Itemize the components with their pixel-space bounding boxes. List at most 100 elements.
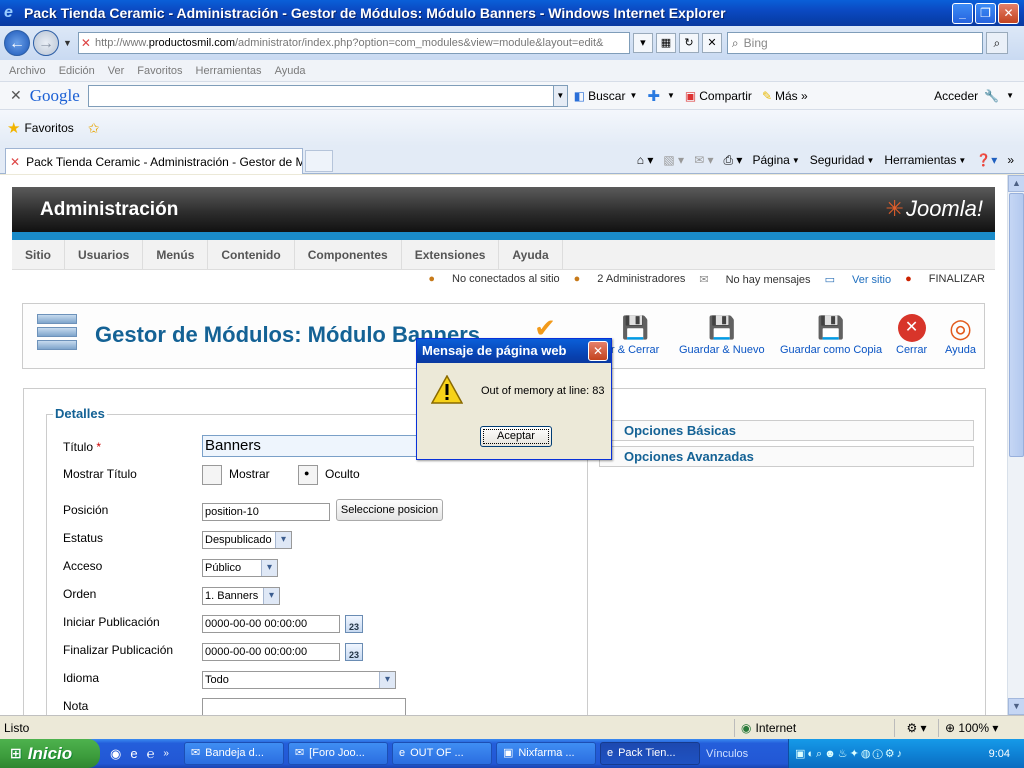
start-button[interactable]: ⊞ Inicio [0,739,100,768]
tray-icons[interactable]: ▣◐⌕☻♨✦◍ⓘ⚙♪ [789,747,989,761]
scroll-down-icon[interactable]: ▼ [1008,698,1024,715]
chevron-more-icon[interactable]: » [1007,153,1014,167]
tools-menu[interactable]: Herramientas [884,153,956,167]
calendar-icon[interactable]: 23 [345,643,363,661]
access-select[interactable]: Público [202,559,278,577]
task-button-forum[interactable]: ✉ [Foro Joo... [287,742,388,765]
protected-mode-icon[interactable]: ⚙ ▾ [894,718,938,737]
share-button[interactable]: ▣ Compartir [685,89,752,103]
search-button[interactable]: ⌕ [985,32,1008,54]
select-position-button[interactable]: Seleccione posicion [336,499,443,521]
language-label: Idioma [63,671,100,685]
note-input[interactable] [202,698,406,715]
ie-alt-icon[interactable]: ℮ [147,746,155,761]
close-window-button[interactable]: ✕ [998,2,1019,24]
new-tab-button[interactable] [305,150,333,172]
menu-menus[interactable]: Menús [143,239,209,270]
menu-favoritos[interactable]: Favoritos [137,65,182,77]
lifebuoy-icon: ◎ [949,313,972,343]
hide-title-radio[interactable] [298,465,318,485]
finish-publish-input[interactable]: 0000-00-00 00:00:00 [202,643,340,661]
compat-view-icon[interactable]: ▦ [655,33,676,53]
favorites-button[interactable]: Favoritos [24,121,73,135]
address-bar[interactable]: ✕ http://www. productosmil.com/administra… [77,32,630,54]
show-title-radio[interactable] [202,465,222,485]
security-zone: ◉ Internet [734,718,894,737]
task-button-out-of-memory[interactable]: e OUT OF ... [391,742,492,765]
history-dropdown-icon[interactable]: ▼ [63,38,72,48]
google-search-dropdown-icon[interactable]: ▼ [553,84,568,107]
chrome-icon[interactable]: ◉ [110,746,121,762]
status-select[interactable]: Despublicado [202,531,292,549]
ok-button[interactable]: Aceptar [480,426,552,447]
save-icon: 💾 [621,315,649,340]
scroll-thumb[interactable] [1009,193,1024,457]
security-menu[interactable]: Seguridad [810,153,865,167]
help-icon[interactable]: ❓▾ [976,153,997,167]
feeds-icon[interactable]: ▧ ▾ [663,153,684,167]
help-button[interactable]: ◎ Ayuda [945,314,976,356]
task-button-nixfarma[interactable]: ▣ Nixfarma ... [495,742,596,765]
search-input[interactable]: ⌕ Bing [726,32,983,54]
menu-contenido[interactable]: Contenido [208,239,295,270]
clock[interactable]: 9:04 [989,748,1010,760]
ie-quicklaunch-icon[interactable]: e [130,746,137,761]
menu-ayuda[interactable]: Ayuda [275,65,306,77]
signin-button[interactable]: Acceder 🔧 ▼ [934,89,1014,103]
start-publish-input[interactable]: 0000-00-00 00:00:00 [202,615,340,633]
menu-ayuda-joomla[interactable]: Ayuda [499,239,563,270]
print-icon[interactable]: ⎙ ▾ [723,153,742,168]
refresh-icon[interactable]: ↻ [678,33,699,53]
restore-button[interactable]: ❐ [975,2,996,24]
close-toolbar-icon[interactable]: ✕ [10,87,22,104]
menu-edicion[interactable]: Edición [59,65,95,77]
back-button[interactable]: ← [4,30,30,56]
home-icon[interactable]: ⌂ ▾ [637,153,654,167]
advanced-options-panel[interactable]: Opciones Avanzadas [599,446,974,467]
add-favorite-icon[interactable]: ✩ [88,120,100,137]
save-new-button[interactable]: 💾 Guardar & Nuevo [679,314,765,356]
save-close-button[interactable]: 💾 r & Cerrar [611,314,659,356]
menu-extensiones[interactable]: Extensiones [402,239,500,270]
google-search-button[interactable]: ◧ Buscar ▼ [574,89,638,103]
access-label: Acceso [63,559,103,573]
menu-componentes[interactable]: Componentes [295,239,402,270]
google-search-input[interactable] [87,84,554,107]
more-button[interactable]: ✎ Más » [762,89,808,103]
quicklaunch-chevron-icon[interactable]: » [163,748,169,759]
tab-active[interactable]: ✕ Pack Tienda Ceramic - Administración -… [5,148,303,174]
messages-status[interactable]: ✉ No hay mensajes [699,273,810,286]
mail-icon[interactable]: ✉ ▾ [694,153,713,167]
users-online: ● No conectados al sitio [428,273,560,285]
vertical-scrollbar[interactable]: ▲ ▼ [1007,175,1024,715]
language-select[interactable]: Todo [202,671,396,689]
menu-archivo[interactable]: Archivo [9,65,46,77]
task-button-pack-tienda[interactable]: e Pack Tien... [599,742,700,765]
basic-options-panel[interactable]: Opciones Básicas [599,420,974,441]
close-button[interactable]: ✕ Cerrar [896,314,927,356]
menu-ver[interactable]: Ver [108,65,125,77]
forward-button[interactable]: → [33,30,59,56]
address-dropdown-icon[interactable]: ▾ [632,33,653,53]
google-plus-button[interactable]: ✚ ▼ [647,87,675,105]
show-option-label: Mostrar [229,467,270,481]
view-site-link[interactable]: ▭ Ver sitio [825,273,892,286]
calendar-icon[interactable]: 23 [345,615,363,633]
task-button-inbox[interactable]: ✉ Bandeja d... [183,742,284,765]
zoom-control[interactable]: ⊕ 100% ▾ [938,718,1024,737]
scroll-up-icon[interactable]: ▲ [1008,175,1024,192]
menu-sitio[interactable]: Sitio [12,239,65,270]
minimize-button[interactable]: _ [952,2,973,24]
menu-herramientas[interactable]: Herramientas [196,65,262,77]
menu-usuarios[interactable]: Usuarios [65,239,144,270]
stop-icon[interactable]: ✕ [701,33,722,53]
page-menu[interactable]: Página [752,153,789,167]
favorites-star-icon[interactable]: ★ [7,119,20,137]
dialog-close-button[interactable]: ✕ [588,341,608,361]
logout-link[interactable]: ● FINALIZAR [905,273,985,285]
order-select[interactable]: 1. Banners [202,587,280,605]
links-toolbar[interactable]: Vínculos [706,748,748,760]
title-input[interactable]: Banners [202,435,432,457]
save-copy-button[interactable]: 💾 Guardar como Copia [780,314,882,356]
position-input[interactable]: position-10 [202,503,330,521]
